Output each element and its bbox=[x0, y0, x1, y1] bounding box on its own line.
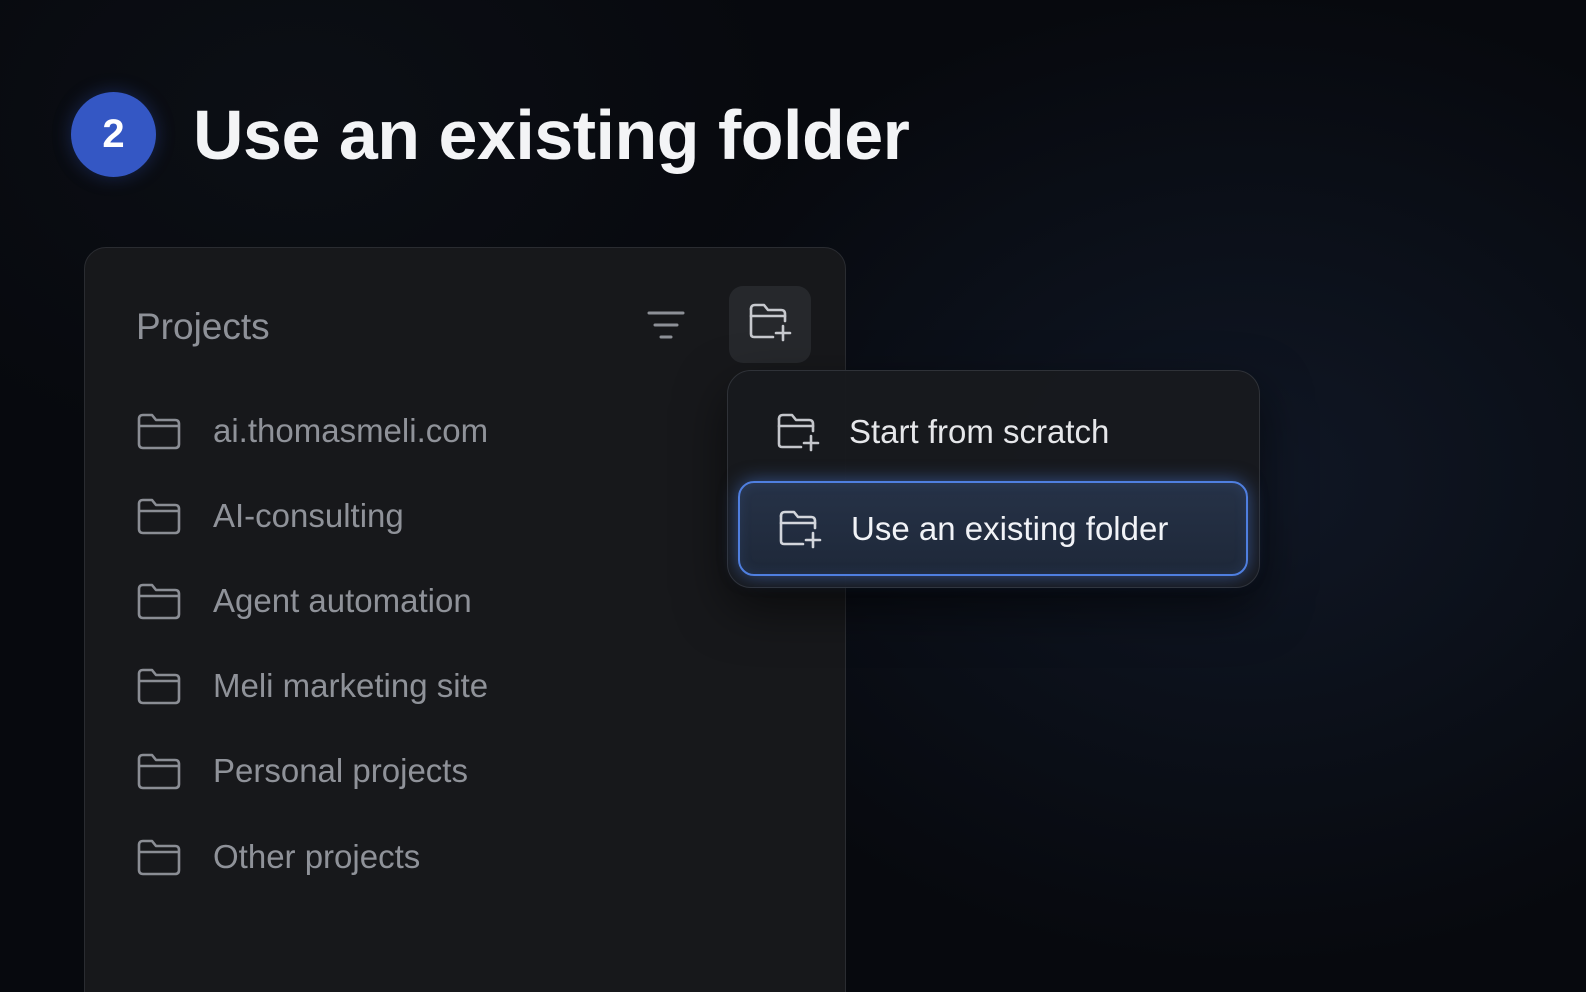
step-header: 2 Use an existing folder bbox=[71, 92, 910, 177]
new-project-button[interactable] bbox=[729, 286, 811, 363]
project-label: AI-consulting bbox=[213, 496, 404, 534]
projects-panel-title: Projects bbox=[136, 306, 270, 347]
project-item[interactable]: ai.thomasmeli.com bbox=[135, 388, 488, 473]
new-project-menu: Start from scratch Use an existing folde… bbox=[727, 370, 1260, 588]
project-label: Other projects bbox=[213, 837, 421, 875]
project-label: Personal projects bbox=[213, 752, 468, 790]
project-item[interactable]: Personal projects bbox=[135, 729, 488, 814]
folder-icon bbox=[135, 492, 183, 540]
project-item[interactable]: Other projects bbox=[135, 814, 488, 899]
menu-item-label: Use an existing folder bbox=[851, 509, 1169, 547]
project-label: Agent automation bbox=[213, 581, 472, 619]
menu-item-start-from-scratch[interactable]: Start from scratch bbox=[738, 384, 1248, 479]
folder-plus-icon bbox=[776, 505, 824, 553]
menu-item-label: Start from scratch bbox=[849, 412, 1110, 450]
folder-icon bbox=[135, 662, 183, 710]
project-list: ai.thomasmeli.com AI-consulting Agent au… bbox=[135, 388, 488, 899]
folder-icon bbox=[135, 407, 183, 455]
projects-panel: Projects ai.thomasmeli.com AI-consulting… bbox=[84, 247, 846, 992]
folder-plus-icon bbox=[747, 301, 793, 348]
project-label: ai.thomasmeli.com bbox=[213, 411, 489, 449]
project-item[interactable]: Agent automation bbox=[135, 558, 488, 643]
screen: 2 Use an existing folder Projects ai.tho… bbox=[0, 0, 1586, 992]
folder-plus-icon bbox=[774, 408, 822, 456]
folder-icon bbox=[135, 747, 183, 795]
project-label: Meli marketing site bbox=[213, 667, 489, 705]
filter-icon bbox=[646, 308, 686, 347]
filter-button[interactable] bbox=[640, 303, 692, 351]
project-item[interactable]: Meli marketing site bbox=[135, 644, 488, 729]
menu-item-use-existing-folder[interactable]: Use an existing folder bbox=[738, 481, 1248, 576]
folder-icon bbox=[135, 577, 183, 625]
project-item[interactable]: AI-consulting bbox=[135, 473, 488, 558]
step-title: Use an existing folder bbox=[193, 95, 910, 174]
folder-icon bbox=[135, 833, 183, 881]
step-number-badge: 2 bbox=[71, 92, 156, 177]
